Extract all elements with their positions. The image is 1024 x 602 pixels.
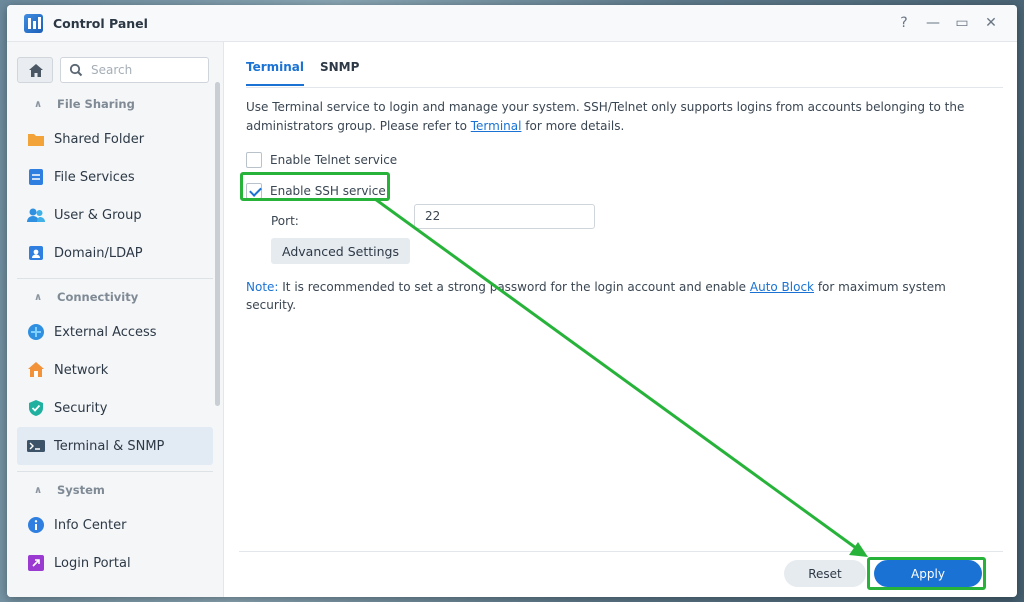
annotation-arrow [374,197,868,557]
